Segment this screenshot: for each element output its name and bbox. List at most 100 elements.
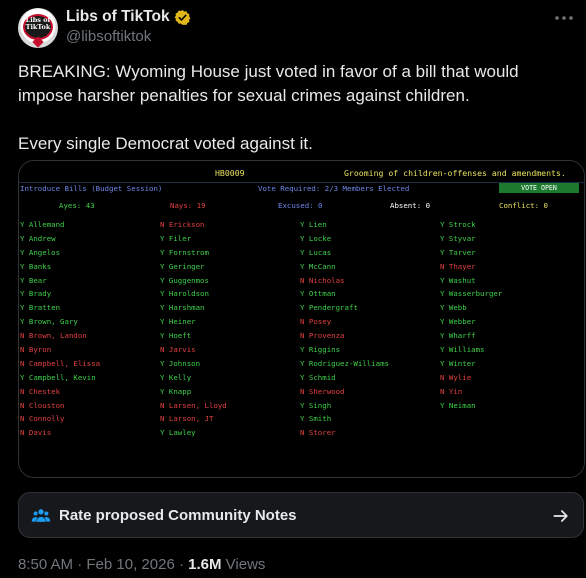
voter-entry: Y Fornstrom (160, 246, 227, 260)
voter-vote: Y (160, 303, 165, 313)
avatar[interactable]: Libs of TikTok (18, 8, 58, 48)
voter-vote: Y (300, 345, 305, 355)
voter-vote: Y (440, 345, 445, 355)
voter-entry: N Sherwood (300, 385, 389, 399)
voter-column-4: Y Strock Y Styvar Y Tarver N Thayer Y Washut… (440, 218, 502, 412)
views-count: 1.6M (188, 556, 222, 573)
voter-name: Winter (448, 358, 476, 368)
voter-name: Byron (28, 345, 52, 355)
voter-name: Fornstrom (168, 247, 209, 257)
tweet-date[interactable]: Feb 10, 2026 (86, 556, 174, 573)
tweet-media-image[interactable]: HB0009 Grooming of children-offenses and… (18, 160, 585, 478)
voter-vote: Y (160, 372, 165, 382)
voter-entry: Y Riggins (300, 343, 389, 357)
voter-entry: Y Locke (300, 232, 389, 246)
voter-vote: N (440, 372, 445, 382)
voter-name: Yin (448, 386, 463, 396)
voter-entry: Y Hoeft (160, 329, 227, 343)
voter-vote: N (160, 345, 165, 355)
voter-name: Pendergraft (308, 303, 358, 313)
voter-name: Knapp (168, 386, 192, 396)
voter-name: Campbell, Elissa (28, 358, 101, 368)
views-label: Views (225, 556, 266, 573)
voter-vote: Y (300, 261, 305, 271)
voter-entry: Y Smith (300, 412, 389, 426)
voter-entry: Y Harshman (160, 301, 227, 315)
voter-vote: N (20, 386, 25, 396)
tweet-paragraph-2: Every single Democrat voted against it. (18, 134, 313, 153)
voter-entry: Y Bear (20, 274, 100, 288)
author-display-name[interactable]: Libs of TikTok (66, 8, 170, 26)
voter-vote: Y (20, 275, 25, 285)
voter-entry: Y Ottman (300, 287, 389, 301)
more-options-icon[interactable] (552, 6, 576, 30)
voter-entry: Y Johnson (160, 357, 227, 371)
voter-vote: Y (300, 372, 305, 382)
voter-name: Chestek (28, 386, 61, 396)
voter-name: Posey (308, 317, 332, 327)
voter-name: Larsen, Lloyd (168, 400, 227, 410)
voter-name: Filer (168, 233, 192, 243)
voter-vote: N (160, 400, 165, 410)
voter-entry: Y Angelos (20, 246, 100, 260)
voter-vote: Y (300, 358, 305, 368)
voter-entry: N Provenza (300, 329, 389, 343)
tally-nays: Nays: 19 (170, 201, 206, 210)
voter-name: Geringer (168, 261, 205, 271)
verified-badge-icon[interactable] (174, 9, 191, 26)
voter-name: Webb (448, 303, 467, 313)
voter-vote: Y (20, 303, 25, 313)
voter-entry: N Nicholas (300, 274, 389, 288)
voter-entry: Y Webber (440, 315, 502, 329)
bill-title: Grooming of children-offenses and amendm… (344, 168, 566, 178)
voter-vote: Y (440, 400, 445, 410)
voter-name: Locke (308, 233, 332, 243)
voter-name: Webber (448, 317, 476, 327)
voter-vote: N (20, 345, 25, 355)
voter-vote: N (160, 220, 165, 229)
voter-vote: Y (440, 317, 445, 327)
voter-name: Bratten (28, 303, 61, 313)
tweet-time[interactable]: 8:50 AM (18, 556, 73, 573)
voter-vote: Y (160, 386, 165, 396)
voter-entry: Y Styvar (440, 232, 502, 246)
voter-vote: Y (440, 358, 445, 368)
voter-vote: Y (300, 233, 305, 243)
voter-name: Clouston (28, 400, 65, 410)
voter-name: Connolly (28, 414, 65, 424)
tally-conflict: Conflict: 0 (499, 201, 548, 210)
tally-excused: Excused: 0 (278, 201, 323, 210)
voter-name: Wasserburger (448, 289, 503, 299)
voter-vote: Y (160, 247, 165, 257)
voter-entry: Y Wasserburger (440, 287, 502, 301)
voter-column-3: Y Lien Y Locke Y Lucas Y McCann N Nicholas Y … (300, 218, 389, 440)
author-handle[interactable]: @libsoftiktok (66, 28, 151, 45)
voter-entry: Y Williams (440, 343, 502, 357)
voter-name: Lucas (308, 247, 332, 257)
voter-name: Hoeft (168, 331, 192, 341)
voter-vote: Y (300, 220, 305, 229)
voter-entry: Y Lawley (160, 426, 227, 440)
voter-vote: N (300, 275, 305, 285)
voter-name: McCann (308, 261, 336, 271)
voter-name: Wylie (448, 372, 472, 382)
voter-entry: Y Lucas (300, 246, 389, 260)
voter-vote: Y (160, 428, 165, 438)
author-name-row: Libs of TikTok (66, 8, 191, 26)
voter-name: Brown, Landon (28, 331, 87, 341)
voter-vote: Y (20, 247, 25, 257)
tally-absent: Absent: 0 (390, 201, 431, 210)
rate-community-notes-button[interactable]: Rate proposed Community Notes (18, 492, 584, 538)
voter-vote: Y (300, 414, 305, 424)
voter-entry: Y Neiman (440, 399, 502, 413)
voter-vote: Y (20, 233, 25, 243)
tweet-paragraph-1: BREAKING: Wyoming House just voted in fa… (18, 62, 519, 105)
voter-entry: N Clouston (20, 399, 100, 413)
voter-entry: Y Brady (20, 287, 100, 301)
voter-vote: Y (300, 247, 305, 257)
voter-vote: Y (440, 289, 445, 299)
voter-vote: Y (440, 220, 445, 229)
vote-tally-row: Ayes: 43 Nays: 19 Excused: 0 Absent: 0 C… (19, 199, 584, 211)
voter-entry: N Chestek (20, 385, 100, 399)
voter-vote: N (20, 414, 25, 424)
